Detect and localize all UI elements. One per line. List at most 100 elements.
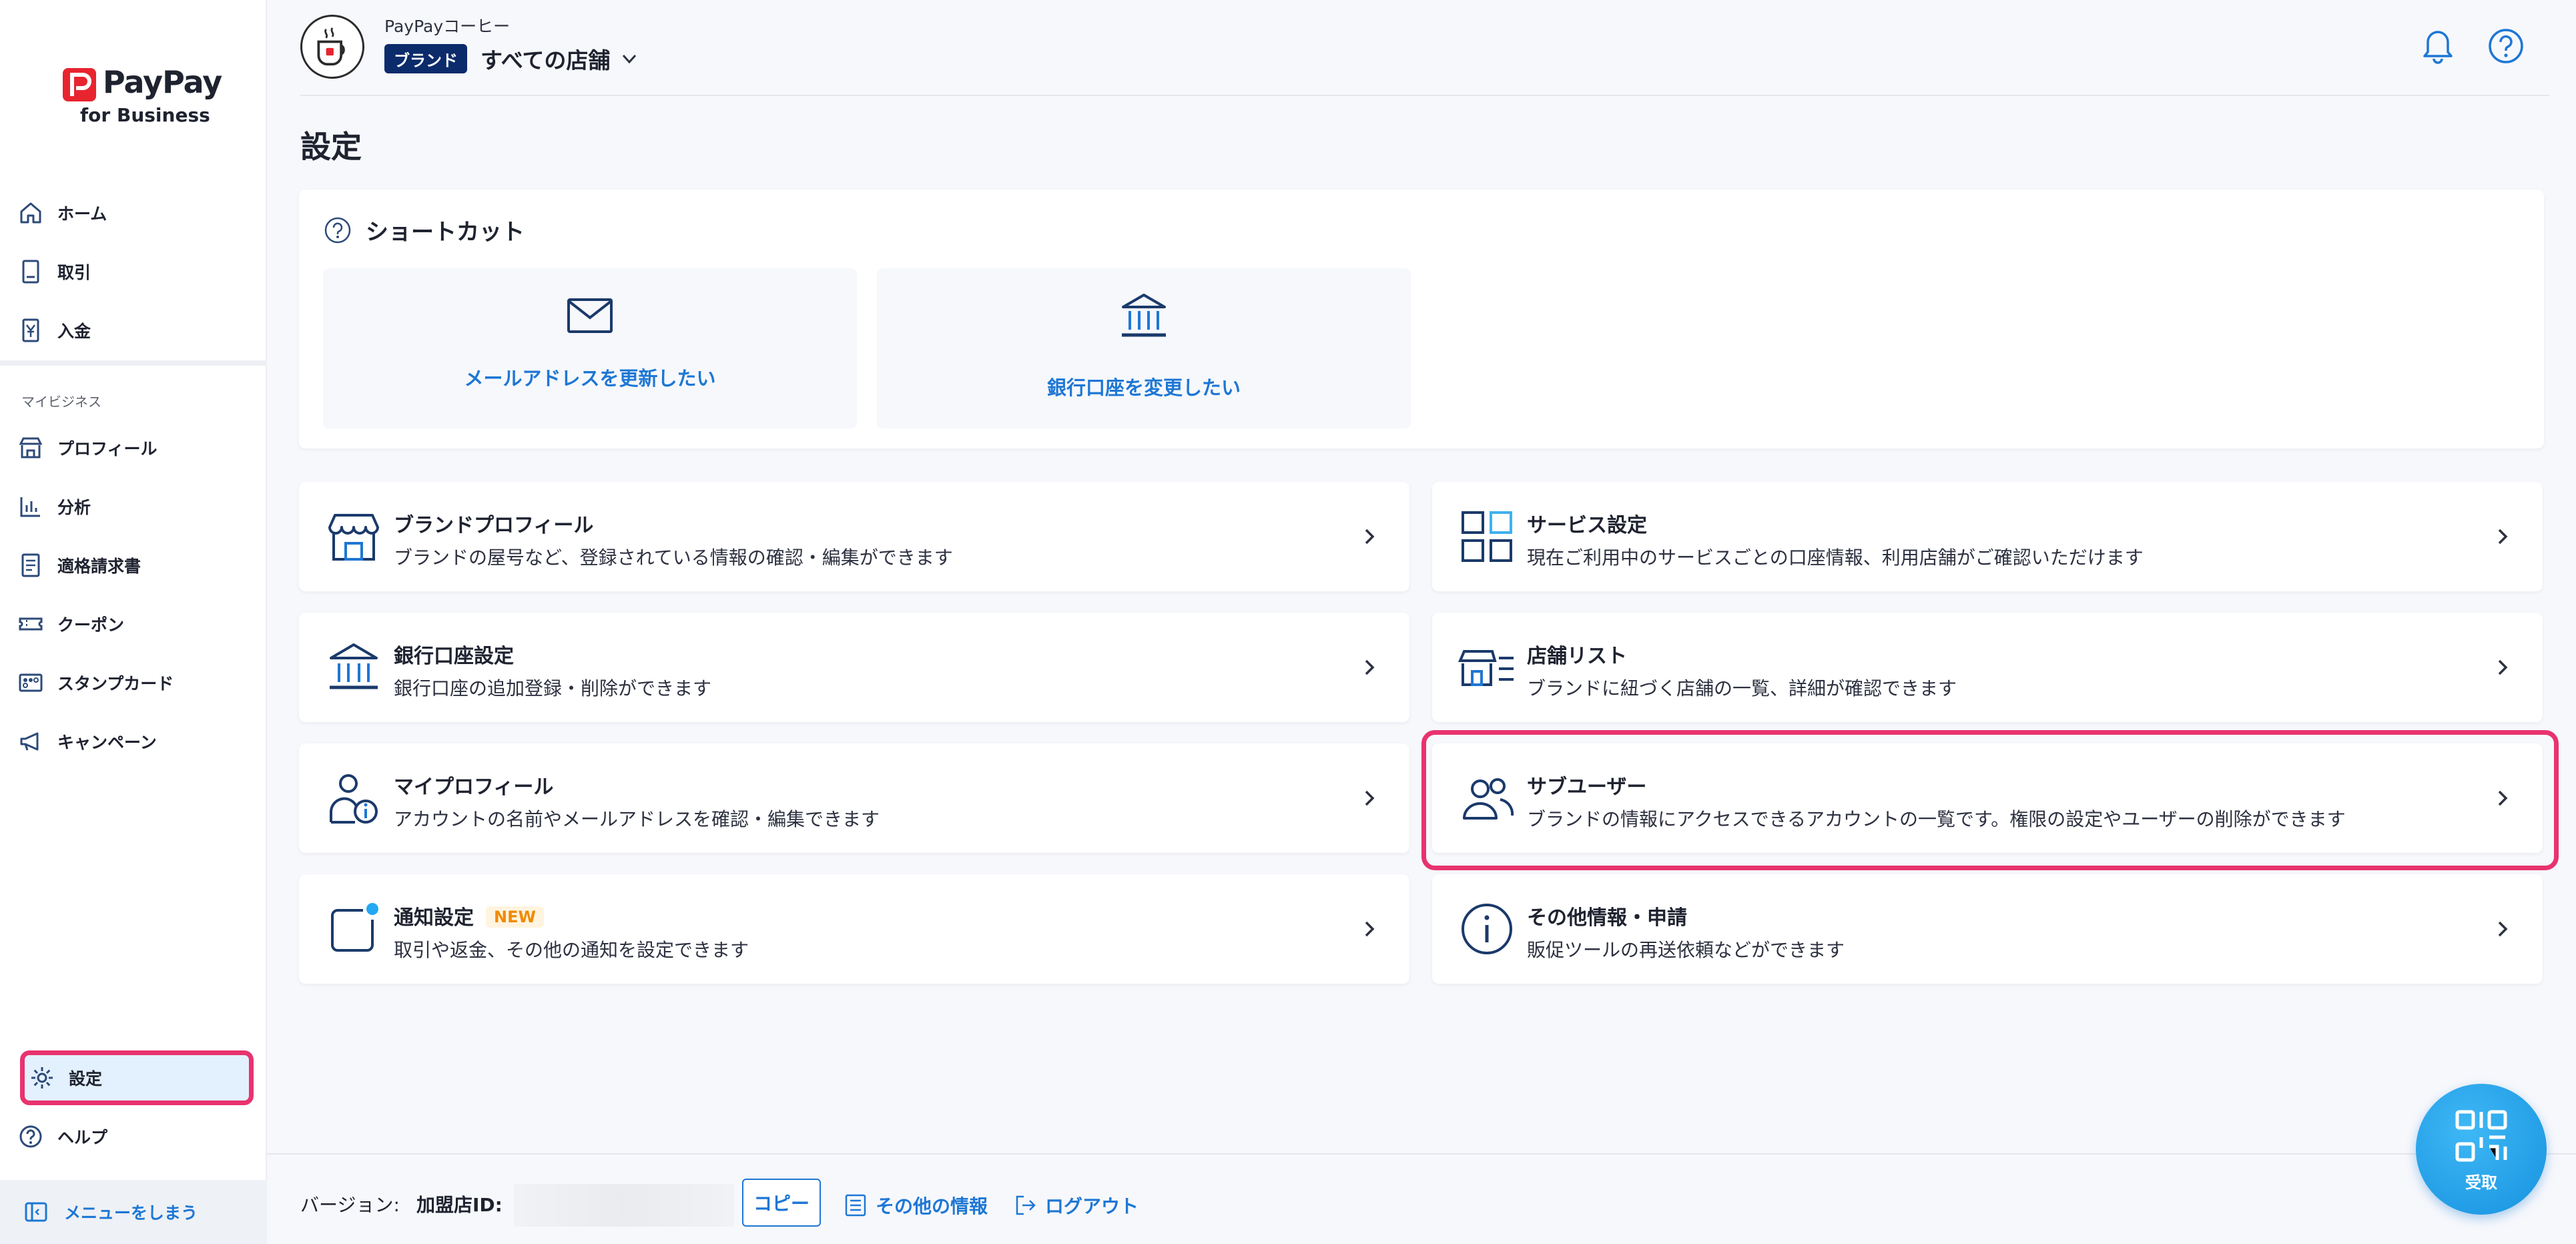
- logo-text: PayPay: [103, 64, 222, 100]
- sidebar-divider: [0, 360, 267, 366]
- paypay-logo[interactable]: PayPay for Business: [61, 63, 222, 129]
- bank-icon: [1122, 294, 1166, 337]
- coupon-icon: [17, 611, 44, 637]
- merchant-id-label: 加盟店ID:: [416, 1194, 503, 1216]
- sidebar-item-label: 入金: [57, 322, 91, 341]
- other-info-link[interactable]: その他の情報: [844, 1184, 988, 1227]
- chevron-right-icon: [1356, 785, 1383, 812]
- sidebar-item-profile[interactable]: プロフィール: [17, 426, 258, 470]
- sidebar-item-transactions[interactable]: 取引: [17, 250, 258, 294]
- other-info-label: その他の情報: [876, 1195, 988, 1217]
- sidebar: PayPay for Business ホーム 取引 入金 マイビジネス プロフ…: [0, 0, 267, 1244]
- deposit-icon: [17, 317, 44, 344]
- user-info-icon: [324, 769, 383, 828]
- shortcut-update-email[interactable]: メールアドレスを更新したい: [323, 268, 857, 428]
- gear-icon: [29, 1064, 55, 1091]
- card-description: 販促ツールの再送依頼などができます: [1527, 939, 1845, 961]
- users-icon: [1458, 769, 1516, 828]
- sidebar-item-stamp-card[interactable]: スタンプカード: [17, 661, 258, 705]
- card-bank-settings[interactable]: 銀行口座設定 銀行口座の追加登録・削除ができます: [299, 613, 1409, 722]
- qr-code-icon: [2455, 1110, 2507, 1162]
- card-title: マイプロフィール: [394, 775, 554, 799]
- brand-badge: ブランド: [384, 44, 467, 73]
- card-title-text: 通知設定: [394, 906, 474, 930]
- receive-payment-button[interactable]: 受取: [2416, 1084, 2547, 1215]
- chevron-down-icon: [623, 54, 637, 64]
- sidebar-item-deposit[interactable]: 入金: [17, 308, 258, 352]
- card-description: 取引や返金、その他の通知を設定できます: [394, 939, 749, 961]
- sidebar-item-label: スタンプカード: [57, 674, 174, 693]
- grid-icon: [1458, 507, 1516, 566]
- store-list-icon: [1458, 638, 1516, 697]
- receipt-icon: [17, 258, 44, 285]
- card-description: ブランドに紐づく店舗の一覧、詳細が確認できます: [1527, 677, 1957, 699]
- receive-label: 受取: [2465, 1173, 2497, 1192]
- shortcut-label: 銀行口座を変更したい: [1046, 376, 1241, 399]
- sidebar-item-invoice[interactable]: 適格請求書: [17, 543, 258, 587]
- shortcut-header: ショートカット: [323, 214, 525, 246]
- store-selector[interactable]: すべての店舗: [480, 41, 639, 76]
- chart-icon: [17, 493, 44, 520]
- sidebar-collapse-icon: [24, 1200, 48, 1224]
- megaphone-icon: [17, 728, 44, 755]
- notification-bell-button[interactable]: [2417, 25, 2459, 67]
- logout-label: ログアウト: [1045, 1195, 1139, 1217]
- logo-subtext: for Business: [80, 104, 210, 126]
- chevron-right-icon: [2489, 916, 2516, 942]
- mail-icon: [567, 298, 613, 333]
- card-title: 銀行口座設定: [394, 645, 514, 668]
- sidebar-item-label: プロフィール: [57, 439, 157, 458]
- page-title: 設定: [300, 129, 362, 165]
- logout-icon: [1016, 1195, 1036, 1215]
- sidebar-item-label: 適格請求書: [57, 557, 141, 576]
- new-badge: NEW: [486, 906, 544, 928]
- store-selector-label: すべての店舗: [480, 47, 611, 73]
- shortcut-label: メールアドレスを更新したい: [464, 367, 716, 390]
- info-icon: [1458, 900, 1516, 958]
- sidebar-item-analytics[interactable]: 分析: [17, 485, 258, 529]
- paypay-logo-icon: [63, 68, 96, 101]
- notification-icon: [324, 900, 383, 958]
- merchant-id-value: [514, 1184, 734, 1227]
- card-description: ブランドの屋号など、登録されている情報の確認・編集ができます: [394, 547, 953, 569]
- page-footer: バージョン: 加盟店ID: コピー その他の情報 ログアウト: [267, 1153, 2576, 1244]
- card-other-info[interactable]: その他情報・申請 販促ツールの再送依頼などができます: [1432, 874, 2543, 984]
- card-brand-profile[interactable]: ブランドプロフィール ブランドの屋号など、登録されている情報の確認・編集ができま…: [299, 482, 1409, 591]
- bank-icon: [324, 638, 383, 697]
- sidebar-section-label: マイビジネス: [21, 394, 101, 410]
- sidebar-item-campaign[interactable]: キャンペーン: [17, 719, 258, 763]
- chevron-right-icon: [1356, 916, 1383, 942]
- card-description: ブランドの情報にアクセスできるアカウントの一覧です。権限の設定やユーザーの削除が…: [1527, 808, 2346, 830]
- card-store-list[interactable]: 店舗リスト ブランドに紐づく店舗の一覧、詳細が確認できます: [1432, 613, 2543, 722]
- card-my-profile[interactable]: マイプロフィール アカウントの名前やメールアドレスを確認・編集できます: [299, 743, 1409, 853]
- copy-button[interactable]: コピー: [742, 1179, 821, 1227]
- sidebar-item-help[interactable]: ヘルプ: [17, 1115, 258, 1159]
- card-title: サブユーザー: [1527, 775, 1647, 799]
- coffee-cup-icon: [317, 27, 345, 66]
- card-notification-settings[interactable]: 通知設定 NEW 取引や返金、その他の通知を設定できます: [299, 874, 1409, 984]
- card-service-settings[interactable]: サービス設定 現在ご利用中のサービスごとの口座情報、利用店舗がご確認いただけます: [1432, 482, 2543, 591]
- card-title: その他情報・申請: [1527, 906, 1687, 930]
- help-button[interactable]: [2485, 25, 2527, 67]
- store-avatar: [300, 15, 364, 79]
- sidebar-item-home[interactable]: ホーム: [17, 191, 258, 235]
- collapse-menu-button[interactable]: メニューをしまう: [0, 1180, 267, 1244]
- chevron-right-icon: [2489, 654, 2516, 681]
- storefront-icon: [324, 507, 383, 566]
- sidebar-item-coupon[interactable]: クーポン: [17, 602, 258, 646]
- card-title: サービス設定: [1527, 514, 1647, 537]
- shortcut-change-bank[interactable]: 銀行口座を変更したい: [877, 268, 1411, 428]
- sidebar-item-settings[interactable]: 設定: [20, 1050, 254, 1105]
- sidebar-item-label: ヘルプ: [57, 1128, 108, 1147]
- sidebar-item-label: キャンペーン: [57, 733, 157, 752]
- help-icon[interactable]: [323, 216, 352, 245]
- help-icon: [2489, 29, 2523, 63]
- sidebar-item-label: クーポン: [57, 615, 125, 635]
- card-description: 現在ご利用中のサービスごとの口座情報、利用店舗がご確認いただけます: [1527, 547, 2144, 569]
- card-sub-users[interactable]: サブユーザー ブランドの情報にアクセスできるアカウントの一覧です。権限の設定やユ…: [1432, 743, 2543, 853]
- chevron-right-icon: [1356, 654, 1383, 681]
- chevron-right-icon: [2489, 785, 2516, 812]
- logout-link[interactable]: ログアウト: [1013, 1184, 1139, 1227]
- sidebar-item-label: 分析: [57, 498, 91, 517]
- app-root: PayPay for Business ホーム 取引 入金 マイビジネス プロフ…: [0, 0, 2576, 1244]
